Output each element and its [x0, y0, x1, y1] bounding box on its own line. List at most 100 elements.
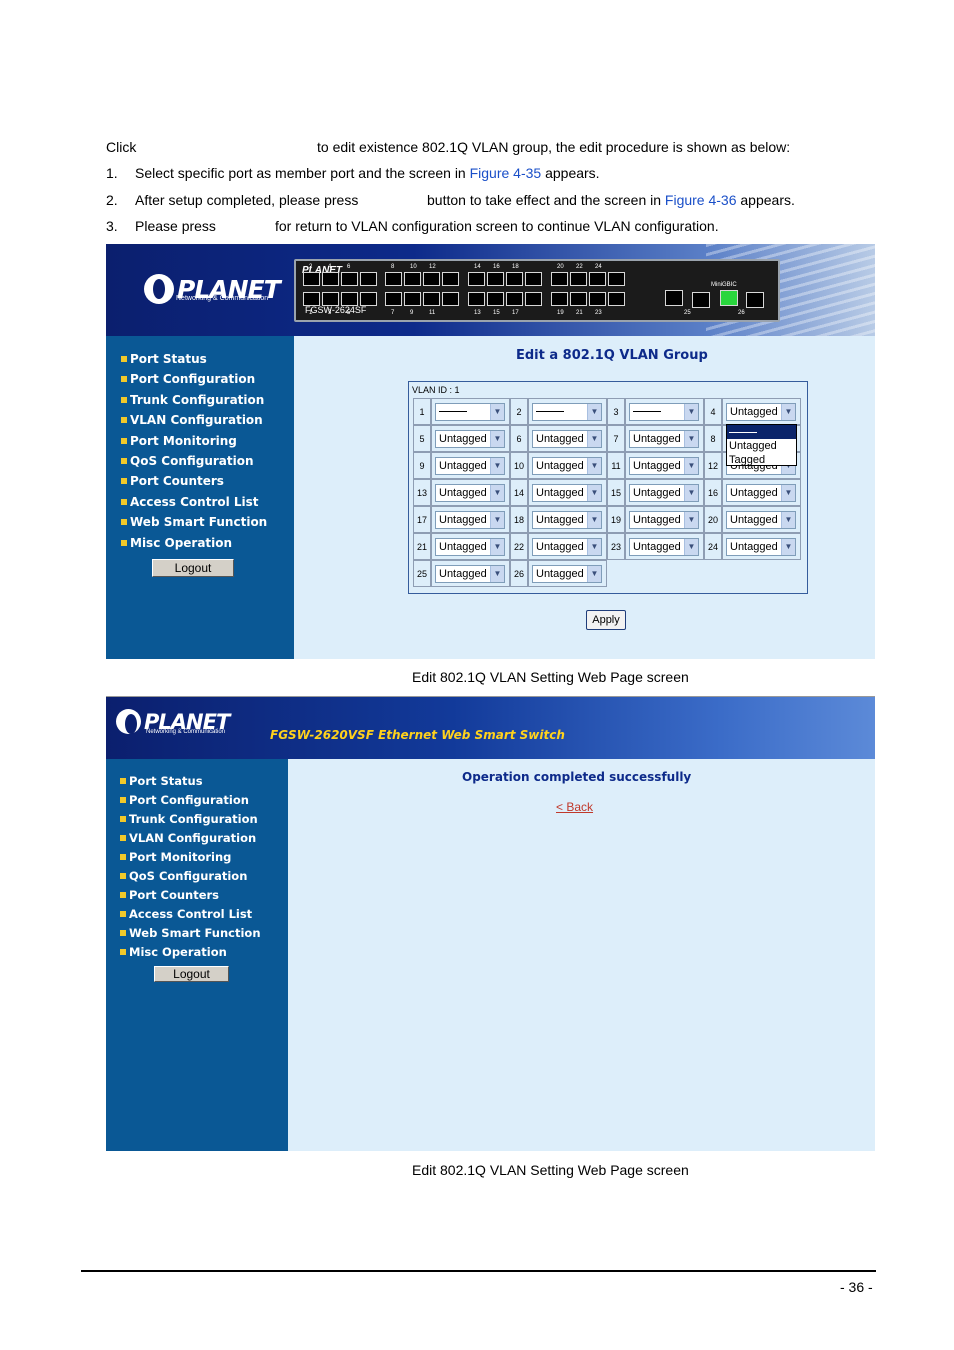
sidebar-item[interactable]: Access Control List — [120, 905, 261, 924]
chevron-down-icon[interactable]: ▼ — [490, 457, 504, 474]
logout-button[interactable]: Logout — [152, 559, 234, 577]
membership-select[interactable]: ▼ — [629, 402, 699, 421]
dropdown-options-popup[interactable]: Untagged Tagged — [726, 424, 797, 466]
sidebar-item[interactable]: Misc Operation — [121, 533, 267, 553]
chevron-down-icon[interactable]: ▼ — [781, 484, 795, 501]
ethernet-port — [487, 292, 504, 306]
chevron-down-icon[interactable]: ▼ — [490, 511, 504, 528]
sfp-port — [746, 292, 764, 308]
sidebar-item[interactable]: VLAN Configuration — [120, 829, 261, 848]
dropdown-option-untagged[interactable]: Untagged — [727, 439, 796, 453]
membership-select[interactable]: Untagged▼ — [629, 510, 699, 529]
logout-button[interactable]: Logout — [154, 966, 229, 982]
sidebar-item[interactable]: Web Smart Function — [120, 924, 261, 943]
membership-select[interactable]: Untagged▼ — [435, 537, 505, 556]
figure-link[interactable]: Figure 4-35 — [470, 165, 542, 181]
empty-cell — [625, 560, 704, 587]
chevron-down-icon[interactable]: ▼ — [587, 538, 601, 555]
sidebar-item-label: Port Configuration — [130, 372, 256, 387]
menu-bullet-icon — [121, 376, 127, 383]
sidebar-item[interactable]: VLAN Configuration — [121, 410, 267, 430]
back-link[interactable]: < Back — [556, 800, 593, 814]
sidebar-item[interactable]: Port Monitoring — [121, 431, 267, 451]
port-number-cell: 3 — [607, 398, 625, 425]
port-number-cell: 9 — [413, 452, 431, 479]
chevron-down-icon[interactable]: ▼ — [684, 403, 698, 420]
port-number-cell: 17 — [413, 506, 431, 533]
membership-select[interactable]: Untagged▼ — [629, 537, 699, 556]
sidebar-item[interactable]: Trunk Configuration — [120, 810, 261, 829]
port-number: 5 — [347, 310, 351, 316]
ethernet-port — [423, 272, 440, 286]
chevron-down-icon[interactable]: ▼ — [587, 565, 601, 582]
membership-select[interactable]: Untagged▼ — [532, 429, 602, 448]
chevron-down-icon[interactable]: ▼ — [587, 403, 601, 420]
sidebar-item[interactable]: Port Configuration — [121, 369, 267, 389]
membership-select[interactable]: Untagged▼ — [726, 483, 796, 502]
membership-select[interactable]: Untagged▼ — [629, 429, 699, 448]
chevron-down-icon[interactable]: ▼ — [490, 538, 504, 555]
port-number: 17 — [512, 310, 519, 316]
membership-select[interactable]: Untagged▼ — [629, 456, 699, 475]
membership-select[interactable]: Untagged▼ — [726, 510, 796, 529]
dropdown-option-tagged[interactable]: Tagged — [727, 453, 796, 467]
menu-bullet-icon — [121, 356, 127, 362]
sidebar-item[interactable]: Misc Operation — [120, 943, 261, 962]
chevron-down-icon[interactable]: ▼ — [781, 511, 795, 528]
chevron-down-icon[interactable]: ▼ — [587, 457, 601, 474]
chevron-down-icon[interactable]: ▼ — [490, 403, 504, 420]
membership-select[interactable]: Untagged▼ — [532, 537, 602, 556]
sidebar-item[interactable]: Trunk Configuration — [121, 390, 267, 410]
membership-select[interactable]: Untagged▼ — [435, 564, 505, 583]
sidebar-item[interactable]: Port Monitoring — [120, 848, 261, 867]
membership-select[interactable]: ▼ — [532, 402, 602, 421]
membership-select[interactable]: Untagged▼ — [435, 429, 505, 448]
sidebar-item[interactable]: Port Configuration — [120, 791, 261, 810]
membership-select[interactable]: Untagged▼ — [532, 564, 602, 583]
chevron-down-icon[interactable]: ▼ — [490, 430, 504, 447]
chevron-down-icon[interactable]: ▼ — [684, 457, 698, 474]
membership-select[interactable]: Untagged▼ — [435, 456, 505, 475]
port-number-cell: 5 — [413, 425, 431, 452]
sidebar-item[interactable]: Port Counters — [120, 886, 261, 905]
menu-bullet-icon — [120, 911, 126, 917]
membership-select[interactable]: Untagged▼ — [726, 402, 796, 421]
chevron-down-icon[interactable]: ▼ — [490, 484, 504, 501]
port-number: 4 — [328, 264, 332, 270]
chevron-down-icon[interactable]: ▼ — [781, 538, 795, 555]
membership-select[interactable]: Untagged▼ — [435, 510, 505, 529]
chevron-down-icon[interactable]: ▼ — [587, 484, 601, 501]
sidebar-item[interactable]: Web Smart Function — [121, 512, 267, 532]
menu-bullet-icon — [121, 457, 127, 464]
sidebar-item[interactable]: QoS Configuration — [120, 867, 261, 886]
port-number-cell: 20 — [704, 506, 722, 533]
sidebar-item[interactable]: QoS Configuration — [121, 451, 267, 471]
chevron-down-icon[interactable]: ▼ — [781, 403, 795, 420]
membership-select[interactable]: Untagged▼ — [726, 537, 796, 556]
chevron-down-icon[interactable]: ▼ — [684, 511, 698, 528]
membership-select[interactable]: ▼ — [435, 402, 505, 421]
sidebar-item[interactable]: Port Counters — [121, 471, 267, 491]
port-number-cell: 13 — [413, 479, 431, 506]
sidebar-item[interactable]: Access Control List — [121, 492, 267, 512]
figure-link[interactable]: Figure 4-36 — [665, 192, 737, 208]
port-membership-cell: Untagged▼ — [722, 398, 801, 425]
chevron-down-icon[interactable]: ▼ — [684, 430, 698, 447]
sidebar-item[interactable]: Port Status — [120, 772, 261, 791]
chevron-down-icon[interactable]: ▼ — [587, 430, 601, 447]
membership-select[interactable]: Untagged▼ — [532, 510, 602, 529]
port-number-cell: 19 — [607, 506, 625, 533]
chevron-down-icon[interactable]: ▼ — [490, 565, 504, 582]
membership-select[interactable]: Untagged▼ — [532, 456, 602, 475]
membership-select[interactable]: Untagged▼ — [629, 483, 699, 502]
menu-bullet-icon — [121, 417, 127, 424]
sidebar-item[interactable]: Port Status — [121, 349, 267, 369]
port-membership-cell: Untagged▼ — [431, 452, 510, 479]
apply-button[interactable]: Apply — [586, 610, 626, 630]
membership-select[interactable]: Untagged▼ — [435, 483, 505, 502]
chevron-down-icon[interactable]: ▼ — [587, 511, 601, 528]
chevron-down-icon[interactable]: ▼ — [684, 484, 698, 501]
chevron-down-icon[interactable]: ▼ — [684, 538, 698, 555]
dropdown-option-none[interactable] — [727, 425, 796, 439]
membership-select[interactable]: Untagged▼ — [532, 483, 602, 502]
